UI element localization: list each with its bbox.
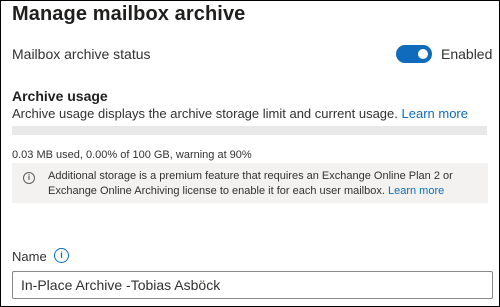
archive-usage-description: Archive usage displays the archive stora… [12, 106, 468, 121]
manage-archive-panel: Manage mailbox archive Mailbox archive s… [0, 0, 500, 307]
premium-info-banner: i Additional storage is a premium featur… [12, 163, 488, 203]
info-learn-more-link[interactable]: Learn more [388, 185, 444, 197]
name-input[interactable] [12, 271, 493, 299]
archive-usage-heading: Archive usage [12, 88, 108, 104]
name-info-icon[interactable]: i [54, 248, 69, 263]
archive-status-label: Mailbox archive status [12, 46, 151, 62]
info-icon: i [23, 172, 35, 184]
toggle-state-text: Enabled [441, 46, 493, 62]
archive-usage-progress-bar [12, 126, 487, 135]
usage-learn-more-link[interactable]: Learn more [402, 106, 468, 121]
name-label: Name [12, 249, 47, 264]
archive-status-toggle[interactable] [396, 45, 432, 63]
usage-description-text: Archive usage displays the archive stora… [12, 106, 398, 121]
page-title: Manage mailbox archive [12, 3, 246, 25]
toggle-knob [418, 49, 428, 59]
info-banner-text: Additional storage is a premium feature … [48, 169, 478, 199]
archive-usage-stat: 0.03 MB used, 0.00% of 100 GB, warning a… [12, 149, 252, 161]
